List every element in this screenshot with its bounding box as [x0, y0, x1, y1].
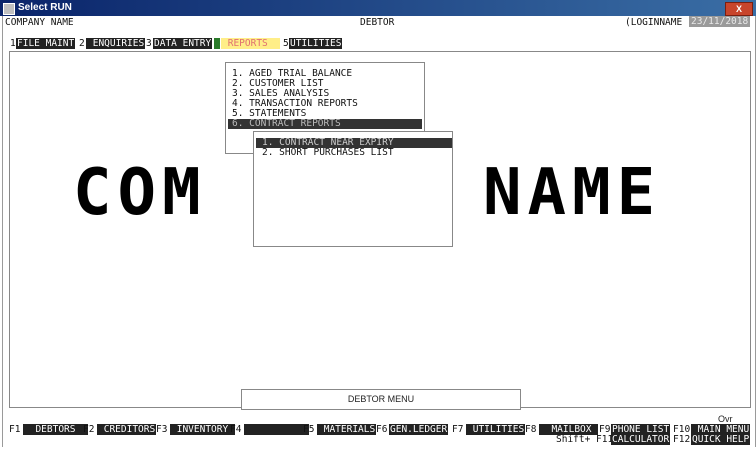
menu-num-2: 2 — [79, 38, 85, 49]
fkey-blank[interactable] — [244, 424, 309, 435]
fkey-utilities[interactable]: UTILITIES — [466, 424, 526, 435]
shift-f12-key: F12 — [673, 434, 691, 445]
current-date: 23/11/2018 — [689, 16, 751, 27]
contract-reports-submenu: 1. CONTRACT NEAR EXPIRY 2. SHORT PURCHAS… — [253, 131, 453, 247]
menu-title: DEBTOR MENU — [347, 394, 415, 404]
fkey-materials[interactable]: MATERIALS — [317, 424, 377, 435]
module-name: DEBTOR — [360, 17, 395, 28]
menu-num-1: 1 — [10, 38, 16, 49]
banner-company-left: COM — [73, 156, 207, 230]
menu-title-box: DEBTOR MENU — [241, 389, 521, 410]
menu-data-entry[interactable]: DATA ENTRY — [153, 38, 213, 49]
fkey-f7: F7 — [452, 424, 464, 435]
fkey-f5: F5 — [303, 424, 315, 435]
menu-reports[interactable]: REPORTS — [221, 38, 281, 49]
title-bar: Select RUN X — [0, 0, 756, 16]
short-purchases-list[interactable]: 2. SHORT PURCHASES LIST — [262, 148, 394, 158]
close-button[interactable]: X — [725, 2, 753, 16]
fkey-gen-ledger[interactable]: GEN.LEDGER — [389, 424, 449, 435]
overwrite-indicator: Ovr — [718, 414, 733, 424]
window-title: Select RUN — [18, 2, 72, 13]
fkey-calculator[interactable]: CALCULATOR — [611, 434, 671, 445]
fkey-quick-help[interactable]: QUICK HELP — [691, 434, 751, 445]
report-contract-reports[interactable]: 6. CONTRACT REPORTS — [228, 119, 422, 129]
login-name: (LOGINNAME ) — [625, 17, 694, 28]
menu-file-maint[interactable]: FILE MAINT — [16, 38, 76, 49]
menu-num-3: 3 — [146, 38, 152, 49]
menu-num-5: 5 — [283, 38, 289, 49]
shift-f11-key: Shift+ F11 — [556, 434, 614, 445]
fkey-inventory[interactable]: INVENTORY — [170, 424, 235, 435]
fkey-f1: F1 — [9, 424, 21, 435]
menu-num-4: 4 — [214, 38, 220, 49]
company-name: COMPANY NAME — [5, 17, 74, 28]
fkey-f2: F2 — [83, 424, 95, 435]
menu-utilities[interactable]: UTILITIES — [289, 38, 343, 49]
menu-enquiries[interactable]: ENQUIRIES — [86, 38, 146, 49]
app-icon — [3, 3, 15, 15]
banner-company-right: NAME — [483, 156, 662, 230]
fkey-f6: F6 — [376, 424, 388, 435]
fkey-f4: F4 — [230, 424, 242, 435]
fkey-f3: F3 — [156, 424, 168, 435]
fkey-debtors[interactable]: DEBTORS — [23, 424, 88, 435]
fkey-creditors[interactable]: CREDITORS — [97, 424, 157, 435]
terminal-screen: COMPANY NAME DEBTOR (LOGINNAME ) 23/11/2… — [2, 16, 756, 447]
fkey-f8: F8 — [525, 424, 537, 435]
